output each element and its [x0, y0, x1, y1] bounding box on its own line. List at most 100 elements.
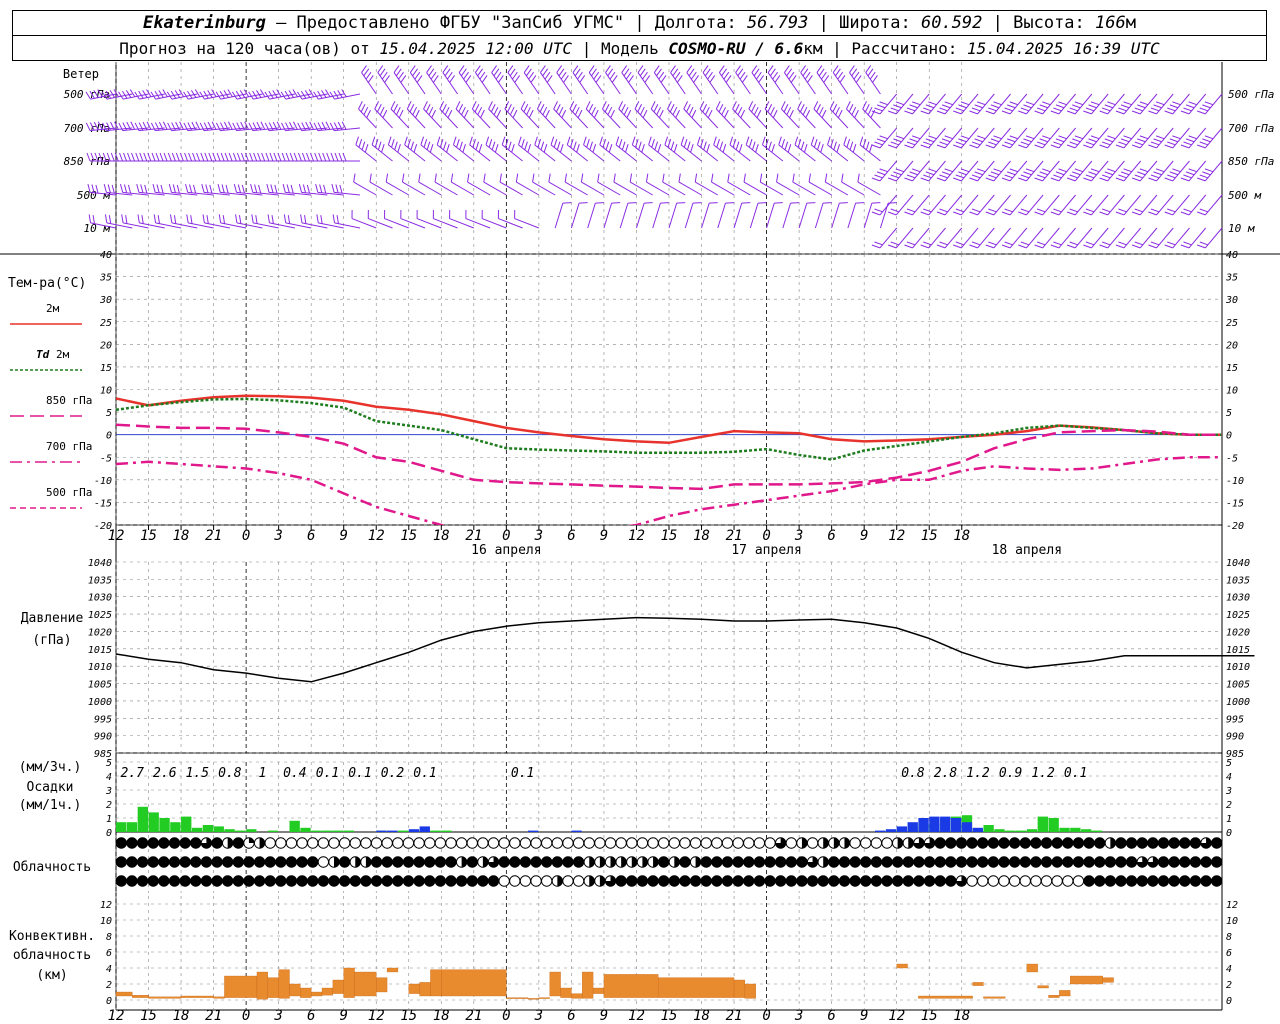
cloud-symbol	[913, 856, 925, 868]
cloud-symbol	[647, 856, 659, 868]
wind-barb-feather	[841, 173, 844, 183]
conv-tick-left: 2	[106, 980, 112, 991]
wind-barb-feather	[799, 104, 805, 113]
wind-barb-feather	[1025, 135, 1035, 140]
precip-bar-snow	[408, 829, 420, 832]
cloud-symbol	[243, 837, 255, 849]
wind-barb-feather	[377, 141, 382, 150]
precip-tick-right: 2	[1226, 800, 1232, 811]
cloud-symbol	[977, 837, 989, 849]
precip-title: Осадки	[27, 780, 74, 795]
cloud-circle	[1136, 837, 1148, 849]
cloud-symbol	[126, 837, 138, 849]
cloud-circle	[541, 875, 553, 887]
cloud-symbol	[923, 875, 936, 887]
conv-cloud-bar	[311, 991, 323, 997]
wind-barb-feather	[358, 101, 363, 110]
wind-barb-feather	[1036, 141, 1046, 146]
cloud-fill	[908, 837, 914, 849]
wind-barb-feather	[890, 208, 899, 213]
temp-tick-right: 35	[1225, 273, 1238, 284]
wind-barb-feather	[426, 65, 432, 73]
wind-barb-feather	[269, 152, 274, 162]
cloud-symbol	[275, 875, 287, 887]
wind-barb-feather	[611, 75, 618, 83]
wind-barb-feather	[662, 173, 665, 183]
wind-barb-feather	[635, 139, 639, 148]
wind-barb-feather	[1118, 241, 1127, 246]
cloud-symbol	[1200, 837, 1212, 849]
wind-barb-feather	[837, 71, 844, 80]
wind-barb-shaft	[570, 203, 580, 229]
wind-barb-feather	[592, 144, 597, 153]
wind-barb-feather	[1150, 241, 1160, 246]
cloud-symbol	[115, 875, 128, 887]
wind-barb-feather	[119, 152, 123, 162]
wind-barb-feather	[365, 71, 372, 80]
wind-barb-feather	[985, 110, 994, 115]
wind-barb-feather	[400, 75, 407, 83]
wind-barb-feather	[1180, 244, 1190, 249]
wind-level-label-right: 10 м	[1228, 222, 1255, 235]
cloud-symbol	[785, 837, 797, 849]
wind-barb-feather	[939, 141, 948, 146]
cloud-symbol	[860, 875, 872, 887]
wind-barb-feather	[742, 75, 748, 83]
wind-barb-feather	[235, 214, 238, 223]
wind-barb-feather	[1183, 141, 1192, 146]
cloud-symbol	[891, 875, 904, 887]
wind-barb-feather	[558, 68, 565, 77]
cloud-circle	[817, 875, 829, 887]
cloud-circle	[955, 856, 968, 868]
cloud-circle	[594, 837, 606, 849]
wind-barb-feather	[909, 138, 918, 143]
wind-barb-feather	[640, 106, 645, 116]
conv-cloud-bar	[343, 967, 355, 998]
wind-barb-feather	[729, 136, 734, 145]
wind-barb-feather	[1204, 101, 1214, 106]
hour-label: 3	[794, 1008, 803, 1024]
wind-barb-feather	[955, 174, 965, 179]
cloud-symbol	[1147, 837, 1159, 849]
cloud-symbol	[764, 837, 776, 849]
cloud-symbol	[434, 875, 447, 887]
wind-barb-feather	[1102, 174, 1111, 179]
cloud-symbol	[1157, 875, 1170, 887]
wind-barb-feather	[572, 104, 577, 113]
wind-barb-feather	[496, 109, 502, 118]
wind-barb-feather	[1131, 244, 1141, 249]
cloud-circle	[296, 875, 308, 887]
wind-barb-feather	[391, 139, 395, 148]
wind-barb-feather	[1050, 177, 1060, 182]
conv-cloud-bar	[441, 969, 507, 997]
cloud-symbol	[604, 875, 617, 887]
wind-barb-feather	[1020, 208, 1030, 213]
wind-barb-feather	[1197, 211, 1206, 216]
cloud-circle	[987, 856, 1000, 868]
cloud-symbol	[211, 837, 223, 849]
wind-barb-feather	[1058, 101, 1067, 106]
wind-barb-feather	[830, 139, 834, 148]
precip-total-label: 0.1	[1064, 766, 1087, 781]
cloud-symbol	[179, 856, 191, 868]
wind-barb-feather	[241, 184, 245, 194]
wind-barb-feather	[1034, 244, 1043, 249]
wind-barb-feather	[553, 139, 558, 148]
wind-barb-feather	[1150, 174, 1160, 179]
wind-barb-feather	[540, 65, 546, 73]
conv-cloud-bar	[896, 963, 908, 969]
cloud-symbol	[487, 875, 500, 887]
cloud-symbol	[647, 875, 659, 887]
hour-label: 15	[921, 1008, 938, 1024]
wind-barb-feather	[990, 104, 1000, 109]
wind-barb-feather	[270, 184, 274, 193]
wind-barb-feather	[1023, 104, 1032, 109]
wind-barb-feather	[208, 152, 213, 162]
wind-barb-feather	[851, 106, 857, 116]
wind-barb-feather	[758, 75, 765, 83]
cloud-circle	[721, 837, 734, 849]
cloud-symbol	[1094, 837, 1106, 849]
cloud-symbol	[1051, 875, 1063, 887]
wind-barb-feather	[958, 104, 967, 109]
precip-bar-snow	[929, 816, 940, 832]
